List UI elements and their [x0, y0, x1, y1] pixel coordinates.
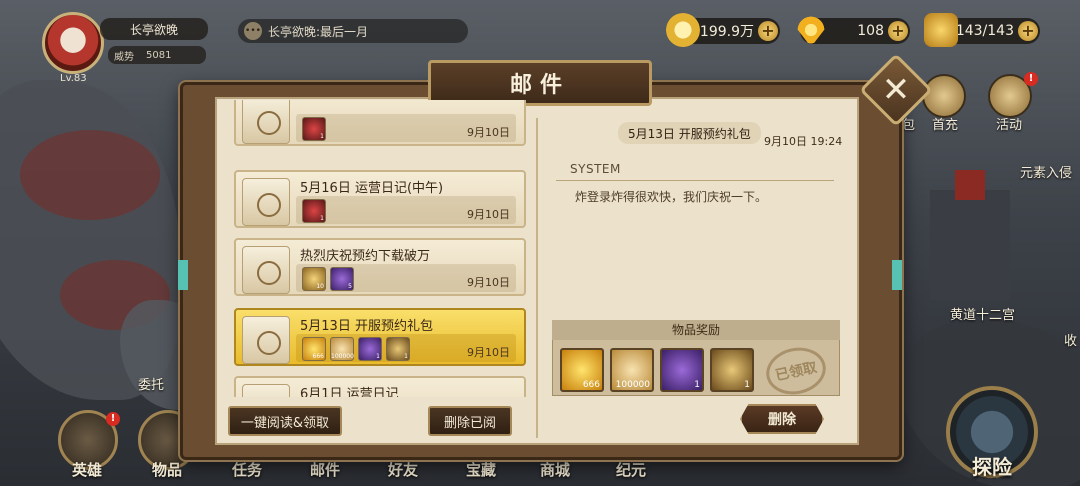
attachment-coin-icon: 100000: [330, 337, 354, 361]
zodiac-label[interactable]: 黄道十二宫: [950, 304, 1015, 323]
player-power: 威势 5081: [108, 46, 206, 64]
nav-mail[interactable]: 邮件: [310, 459, 340, 480]
activity-alert-badge: !: [1024, 72, 1038, 86]
mail-list-item[interactable]: 5月16日 运营日记(中午) 1 9月10日: [234, 170, 526, 228]
mail-list-item[interactable]: 6月1日 运营日记: [234, 376, 526, 397]
left-edge-tab: [178, 260, 188, 290]
mail-detail-time: 9月10日 19:24: [764, 135, 843, 148]
nav-era[interactable]: 纪元: [616, 459, 646, 480]
activity-label: 活动: [996, 118, 1023, 133]
attachment-gem-icon: 666: [302, 337, 326, 361]
chat-bubble-icon: •••: [244, 22, 262, 40]
sender-divider: [556, 180, 834, 181]
attachment-gold-icon: 10: [302, 267, 326, 291]
gold-coin-icon: [666, 13, 700, 47]
mail-item-title: 5月16日 运营日记(中午): [300, 181, 444, 196]
delete-read-button[interactable]: 删除已阅: [428, 406, 512, 436]
power-label: 威势: [114, 51, 134, 63]
add-gold-button[interactable]: +: [758, 21, 778, 41]
gem-counter: 108 +: [794, 15, 910, 47]
attachment-red-icon: 1: [302, 199, 326, 223]
attachment-purple-icon: 5: [330, 267, 354, 291]
reward-crystal-icon[interactable]: 1: [660, 348, 704, 392]
gold-value: 1199.9万: [691, 24, 754, 40]
attachment-purple-icon: 1: [358, 337, 382, 361]
nav-items[interactable]: 物品: [152, 459, 182, 480]
reward-header: 物品奖励: [552, 320, 840, 340]
envelope-icon: [242, 384, 290, 397]
add-gem-button[interactable]: +: [888, 21, 908, 41]
mail-list-item[interactable]: 1 9月10日: [234, 100, 526, 146]
gem-value: 108: [857, 23, 884, 39]
element-invasion-label[interactable]: 元素入侵: [1020, 162, 1072, 181]
stamina-icon: [924, 13, 958, 47]
reward-coin-icon[interactable]: 100000: [610, 348, 654, 392]
hero-alert-badge: !: [106, 412, 120, 426]
envelope-icon: [242, 246, 290, 294]
envelope-icon: [242, 316, 290, 364]
gold-counter: 1199.9万 +: [666, 13, 780, 47]
delete-mail-button[interactable]: 删除: [740, 404, 824, 434]
reward-gem-icon[interactable]: 666: [560, 348, 604, 392]
attachment-red-icon: 1: [302, 117, 326, 141]
right-edge-tab: [892, 260, 902, 290]
chat-message: 长亭欲晚:最后一月: [268, 24, 369, 39]
mail-item-date: 9月10日: [467, 346, 510, 359]
mail-sender: SYSTEM: [570, 162, 621, 176]
mail-item-date: 9月10日: [467, 126, 510, 139]
envelope-icon: [242, 178, 290, 226]
read-all-claim-button[interactable]: 一键阅读&领取: [228, 406, 342, 436]
close-icon[interactable]: ✕: [878, 70, 914, 110]
mail-item-title: 6月1日 运营日记: [300, 387, 399, 397]
nav-tasks[interactable]: 任务: [232, 459, 262, 480]
mail-item-title: 热烈庆祝预约下载破万: [300, 249, 431, 264]
mail-body: 炸登录炸得很欢快，我们庆祝一下。: [575, 190, 768, 204]
first-charge-label: 首充: [932, 118, 959, 133]
right-edge-label: 收: [1064, 334, 1078, 349]
mail-item-date: 9月10日: [467, 208, 510, 221]
attachment-key-icon: 1: [386, 337, 410, 361]
mail-item-date: 9月10日: [467, 276, 510, 289]
commission-label[interactable]: 委托: [138, 374, 164, 393]
diamond-icon: [794, 15, 828, 47]
power-value: 5081: [146, 49, 172, 61]
nav-treasure[interactable]: 宝藏: [466, 459, 496, 480]
add-stamina-button[interactable]: +: [1018, 21, 1038, 41]
nav-hero[interactable]: 英雄: [72, 459, 102, 480]
nav-friends[interactable]: 好友: [388, 459, 418, 480]
stamina-counter: 143/143 +: [924, 13, 1040, 47]
mail-list-item[interactable]: 5月13日 开服预约礼包 666 100000 1 1 9月10日: [234, 308, 526, 366]
panel-divider: [536, 118, 538, 438]
stamina-value: 143/143: [955, 23, 1014, 39]
mail-detail-title: 5月13日 开服预约礼包: [618, 122, 761, 144]
reward-key-icon[interactable]: 1: [710, 348, 754, 392]
player-level: Lv.83: [60, 73, 87, 84]
explore-label[interactable]: 探险: [972, 451, 1012, 480]
player-avatar[interactable]: [42, 12, 104, 74]
player-name: 长亭欲晚: [100, 18, 208, 40]
mail-item-title: 5月13日 开服预约礼包: [300, 319, 433, 334]
chat-ticker[interactable]: ••• 长亭欲晚:最后一月: [238, 19, 468, 43]
mail-list-item[interactable]: 热烈庆祝预约下载破万 10 5 9月10日: [234, 238, 526, 296]
first-charge-button[interactable]: [922, 74, 966, 118]
envelope-icon: [242, 100, 290, 144]
nav-shop[interactable]: 商城: [540, 459, 570, 480]
mail-list[interactable]: 1 9月10日 5月16日 运营日记(中午) 1 9月10日 热烈庆祝预约下载破万 10 5 9…: [232, 100, 528, 397]
